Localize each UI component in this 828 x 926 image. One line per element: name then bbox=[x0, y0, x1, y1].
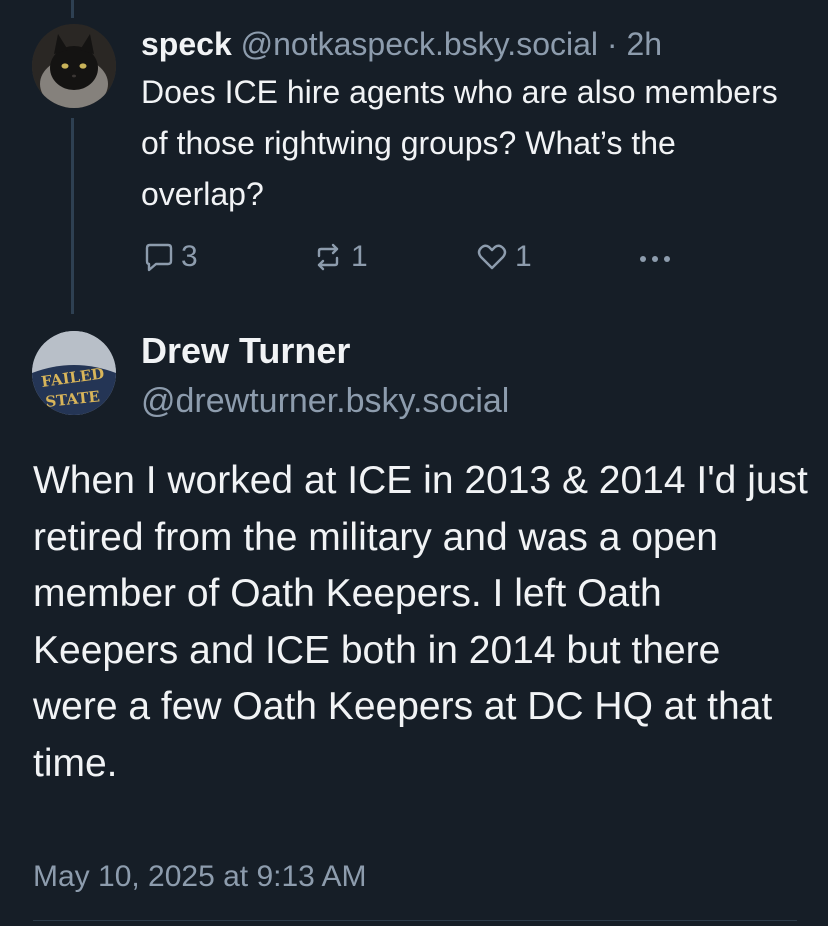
parent-display-name[interactable]: speck bbox=[141, 26, 232, 62]
parent-post[interactable]: speck @notkaspeck.bsky.social · 2h Does … bbox=[141, 22, 801, 220]
thread-line-top bbox=[71, 0, 74, 18]
repost-arrows-icon bbox=[317, 243, 339, 271]
post-timestamp: May 10, 2025 at 9:13 AM bbox=[33, 860, 367, 893]
repost-count: 1 bbox=[351, 240, 368, 273]
drew-turner-avatar[interactable]: FAILED STATE bbox=[32, 331, 116, 415]
repost-button[interactable]: 1 bbox=[311, 240, 368, 274]
speech-bubble-icon bbox=[145, 243, 173, 272]
divider bbox=[33, 920, 797, 921]
failed-state-shirt-image: FAILED STATE bbox=[32, 331, 116, 415]
main-post-author: Drew Turner @drewturner.bsky.social bbox=[141, 327, 509, 427]
parent-time-ago[interactable]: 2h bbox=[626, 26, 662, 62]
parent-post-actions: 3 1 1 bbox=[141, 240, 701, 280]
parent-post-header: speck @notkaspeck.bsky.social · 2h bbox=[141, 22, 801, 66]
header-separator: · bbox=[606, 26, 618, 62]
thread-line bbox=[71, 118, 74, 314]
heart-icon bbox=[477, 244, 507, 270]
main-handle[interactable]: @drewturner.bsky.social bbox=[141, 375, 509, 427]
like-count: 1 bbox=[515, 240, 532, 273]
reply-count: 3 bbox=[181, 240, 198, 273]
main-display-name[interactable]: Drew Turner bbox=[141, 327, 509, 375]
more-options-button[interactable] bbox=[636, 244, 674, 274]
ellipsis-icon bbox=[640, 256, 670, 262]
parent-post-text: Does ICE hire agents who are also member… bbox=[141, 74, 778, 212]
like-button[interactable]: 1 bbox=[475, 240, 532, 274]
main-post-text: When I worked at ICE in 2013 & 2014 I'd … bbox=[33, 459, 808, 785]
parent-handle[interactable]: @notkaspeck.bsky.social bbox=[241, 26, 598, 62]
speck-avatar[interactable] bbox=[32, 24, 116, 108]
reply-button[interactable]: 3 bbox=[141, 240, 198, 274]
cat-avatar-image bbox=[32, 24, 116, 108]
